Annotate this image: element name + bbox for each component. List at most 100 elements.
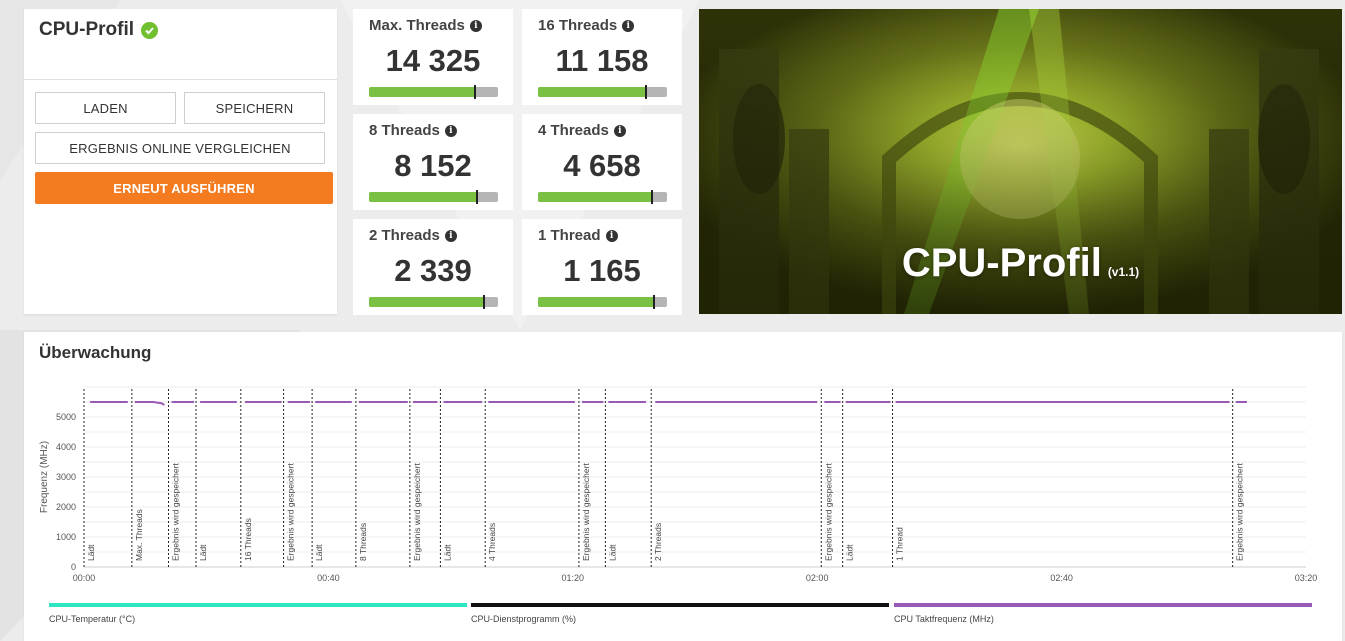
profile-control-panel: CPU-Profil LADEN SPEICHERN ERGEBNIS ONLI…	[24, 9, 337, 314]
hero-title: CPU-Profil (v1.1)	[699, 241, 1342, 286]
score-bar	[538, 190, 667, 204]
legend-label[interactable]: CPU-Temperatur (°C)	[49, 614, 135, 624]
score-label: 4 Threads	[538, 122, 609, 139]
phase-marker-label: Lädt	[86, 544, 96, 561]
score-bar-fill	[369, 297, 484, 307]
score-label: 16 Threads	[538, 17, 618, 34]
score-bar-marker	[653, 295, 656, 309]
phase-marker-label: 2 Threads	[653, 523, 663, 561]
y-tick-label: 2000	[56, 502, 76, 512]
info-icon[interactable]: i	[605, 229, 618, 242]
x-tick-label: 03:20	[1295, 573, 1318, 583]
score-label: 1 Thread	[538, 227, 601, 244]
score-bar-fill	[369, 192, 478, 202]
score-bar-fill	[538, 87, 647, 97]
y-tick-label: 3000	[56, 472, 76, 482]
score-label-row: 8 Threads i	[369, 122, 457, 139]
legend-swatch[interactable]	[894, 603, 1312, 607]
x-tick-label: 00:00	[73, 573, 96, 583]
phase-marker-label: Ergebnis wird gespeichert	[171, 463, 181, 561]
panel-title: CPU-Profil	[39, 19, 158, 41]
x-tick-label: 02:00	[806, 573, 829, 583]
hero-title-text: CPU-Profil	[901, 241, 1102, 285]
score-bar	[538, 295, 667, 309]
y-tick-label: 1000	[56, 532, 76, 542]
score-value: 1 165	[563, 253, 641, 288]
check-circle-icon	[141, 21, 158, 39]
phase-marker-label: Lädt	[845, 544, 855, 561]
phase-marker-label: Ergebnis wird gespeichert	[823, 463, 833, 561]
y-axis-label: Frequenz (MHz)	[39, 441, 50, 513]
phase-marker-label: Ergebnis wird gespeichert	[286, 463, 296, 561]
rerun-button[interactable]: ERNEUT AUSFÜHREN	[35, 172, 333, 204]
phase-marker-label: 1 Thread	[895, 527, 905, 561]
legend-label[interactable]: CPU Taktfrequenz (MHz)	[894, 614, 994, 624]
x-tick-label: 02:40	[1050, 573, 1073, 583]
save-button[interactable]: SPEICHERN	[184, 92, 325, 124]
panel-title-text: CPU-Profil	[39, 19, 134, 40]
score-bar-marker	[476, 190, 479, 204]
phase-marker-label: Max. Threads	[134, 509, 144, 561]
score-label: 8 Threads	[369, 122, 440, 139]
y-tick-label: 0	[71, 562, 76, 572]
info-icon[interactable]: i	[444, 124, 457, 137]
score-value: 8 152	[394, 148, 472, 183]
score-bar-marker	[473, 85, 476, 99]
score-value: 11 158	[555, 43, 649, 78]
info-icon[interactable]: i	[469, 19, 482, 32]
hero-banner: CPU-Profil (v1.1)	[699, 9, 1342, 314]
phase-marker-label: Lädt	[442, 544, 452, 561]
score-label-row: 2 Threads i	[369, 227, 457, 244]
score-label-row: 1 Thread i	[538, 227, 618, 244]
score-card: 8 Threads i 8 152	[353, 114, 513, 210]
phase-marker-label: Lädt	[607, 544, 617, 561]
info-icon[interactable]: i	[613, 124, 626, 137]
score-card: 1 Thread i 1 165	[522, 219, 682, 315]
phase-marker-label: Lädt	[314, 544, 324, 561]
score-bar	[538, 85, 667, 99]
phase-marker-label: Ergebnis wird gespeichert	[412, 463, 422, 561]
phase-marker-label: Lädt	[198, 544, 208, 561]
score-bar	[369, 85, 498, 99]
monitoring-panel: Überwachung 0 1000 2000 3000 4000 5000 00:00 00…	[24, 332, 1342, 641]
score-value: 4 658	[563, 148, 641, 183]
score-bar	[369, 190, 498, 204]
series-line-segment	[134, 401, 165, 406]
score-card: 2 Threads i 2 339	[353, 219, 513, 315]
hero-version: (v1.1)	[1107, 265, 1140, 279]
score-card: 4 Threads i 4 658	[522, 114, 682, 210]
score-value: 2 339	[394, 253, 472, 288]
score-bar-fill	[538, 192, 652, 202]
score-bar	[369, 295, 498, 309]
score-value: 14 325	[385, 43, 481, 78]
score-bar-fill	[538, 297, 655, 307]
phase-marker-label: Ergebnis wird gespeichert	[581, 463, 591, 561]
legend-swatch[interactable]	[471, 603, 889, 607]
divider	[24, 79, 337, 80]
phase-marker-label: 16 Threads	[243, 518, 253, 561]
info-icon[interactable]: i	[444, 229, 457, 242]
x-tick-label: 01:20	[562, 573, 585, 583]
score-bar-marker	[482, 295, 485, 309]
score-bar-marker	[645, 85, 648, 99]
load-button[interactable]: LADEN	[35, 92, 176, 124]
phase-marker-label: 8 Threads	[358, 523, 368, 561]
info-icon[interactable]: i	[622, 19, 635, 32]
phase-marker-label: Ergebnis wird gespeichert	[1235, 463, 1245, 561]
legend-label[interactable]: CPU-Dienstprogramm (%)	[471, 614, 576, 624]
score-label-row: Max. Threads i	[369, 17, 482, 34]
score-label-row: 4 Threads i	[538, 122, 626, 139]
score-label: 2 Threads	[369, 227, 440, 244]
score-label: Max. Threads	[369, 17, 465, 34]
score-bar-marker	[650, 190, 653, 204]
score-card: 16 Threads i 11 158	[522, 9, 682, 105]
score-label-row: 16 Threads i	[538, 17, 635, 34]
y-tick-label: 4000	[56, 442, 76, 452]
legend-swatch[interactable]	[49, 603, 467, 607]
compare-online-button[interactable]: ERGEBNIS ONLINE VERGLEICHEN	[35, 132, 325, 164]
score-bar-fill	[369, 87, 475, 97]
score-card: Max. Threads i 14 325	[353, 9, 513, 105]
frequency-chart[interactable]: 0 1000 2000 3000 4000 5000 00:00 00:40 01:20 02:0…	[24, 332, 1342, 592]
x-tick-label: 00:40	[317, 573, 340, 583]
phase-marker-label: 4 Threads	[487, 523, 497, 561]
